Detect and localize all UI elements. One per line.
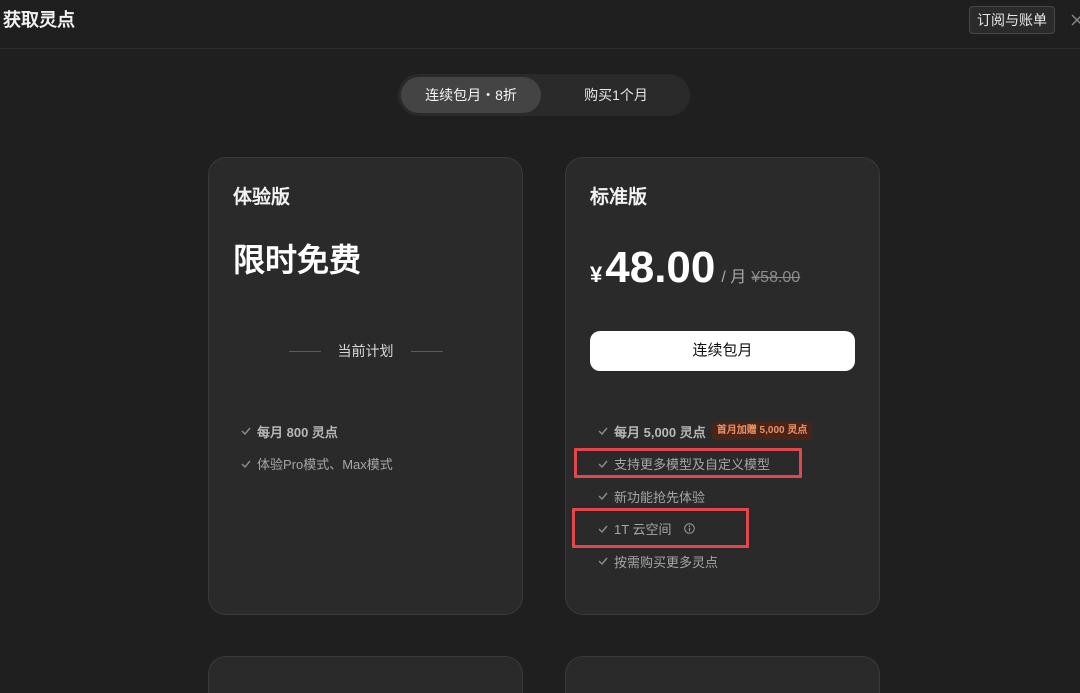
check-icon xyxy=(598,492,608,501)
bonus-badge: 首月加赠 5,000 灵点 xyxy=(711,422,813,441)
price-currency: ¥ xyxy=(590,262,603,287)
feature-list: 每月 5,000 灵点 首月加赠 5,000 灵点 支持更多模型及自定义模型 新… xyxy=(590,415,813,578)
price-period: / 月 xyxy=(721,269,747,286)
feature-list: 每月 800 灵点 体验Pro模式、Max模式 xyxy=(233,415,393,480)
check-icon xyxy=(598,427,608,436)
annotation-highlight xyxy=(572,508,749,548)
current-plan-label: 当前计划 xyxy=(337,343,394,359)
plan-headline: 限时免费 xyxy=(233,242,362,278)
feature-text: 每月 800 灵点 xyxy=(257,424,338,440)
feature-text: 新功能抢先体验 xyxy=(614,489,706,505)
price-amount: 48.00 xyxy=(605,243,716,292)
feature-item: 体验Pro模式、Max模式 xyxy=(233,448,393,481)
plan-card-partial xyxy=(565,656,880,693)
divider-line xyxy=(410,350,443,352)
price-block: ¥ 48.00 / 月 ¥58.00 xyxy=(590,244,800,292)
header-divider xyxy=(0,48,1080,49)
subscribe-button[interactable]: 连续包月 xyxy=(590,331,855,371)
toggle-option-monthly-subscription[interactable]: 连续包月・8折 xyxy=(401,77,541,113)
plan-name: 体验版 xyxy=(233,187,291,208)
toggle-option-one-month[interactable]: 购买1个月 xyxy=(545,77,687,113)
billing-toggle: 连续包月・8折 购买1个月 xyxy=(398,74,690,116)
annotation-highlight xyxy=(574,448,802,478)
current-plan-indicator: 当前计划 xyxy=(209,341,522,361)
plan-card-trial: 体验版 限时免费 当前计划 每月 800 灵点 体验Pro模式、Max模式 xyxy=(208,157,523,615)
close-icon[interactable] xyxy=(1071,14,1080,26)
check-icon xyxy=(598,557,608,566)
feature-text: 每月 5,000 灵点 xyxy=(614,424,706,440)
divider-line xyxy=(288,350,321,352)
check-icon xyxy=(241,460,251,468)
feature-item: 按需购买更多灵点 xyxy=(590,545,812,578)
plan-card-partial xyxy=(208,656,523,693)
feature-text: 体验Pro模式、Max模式 xyxy=(257,457,393,473)
page-title: 获取灵点 xyxy=(3,10,75,30)
feature-item: 每月 5,000 灵点 首月加赠 5,000 灵点 xyxy=(590,415,813,448)
original-price: ¥58.00 xyxy=(751,269,801,286)
feature-item: 每月 800 灵点 xyxy=(233,415,393,448)
plan-name: 标准版 xyxy=(590,187,648,208)
feature-text: 按需购买更多灵点 xyxy=(614,554,719,570)
check-icon xyxy=(241,427,251,436)
billing-button[interactable]: 订阅与账单 xyxy=(969,6,1055,34)
